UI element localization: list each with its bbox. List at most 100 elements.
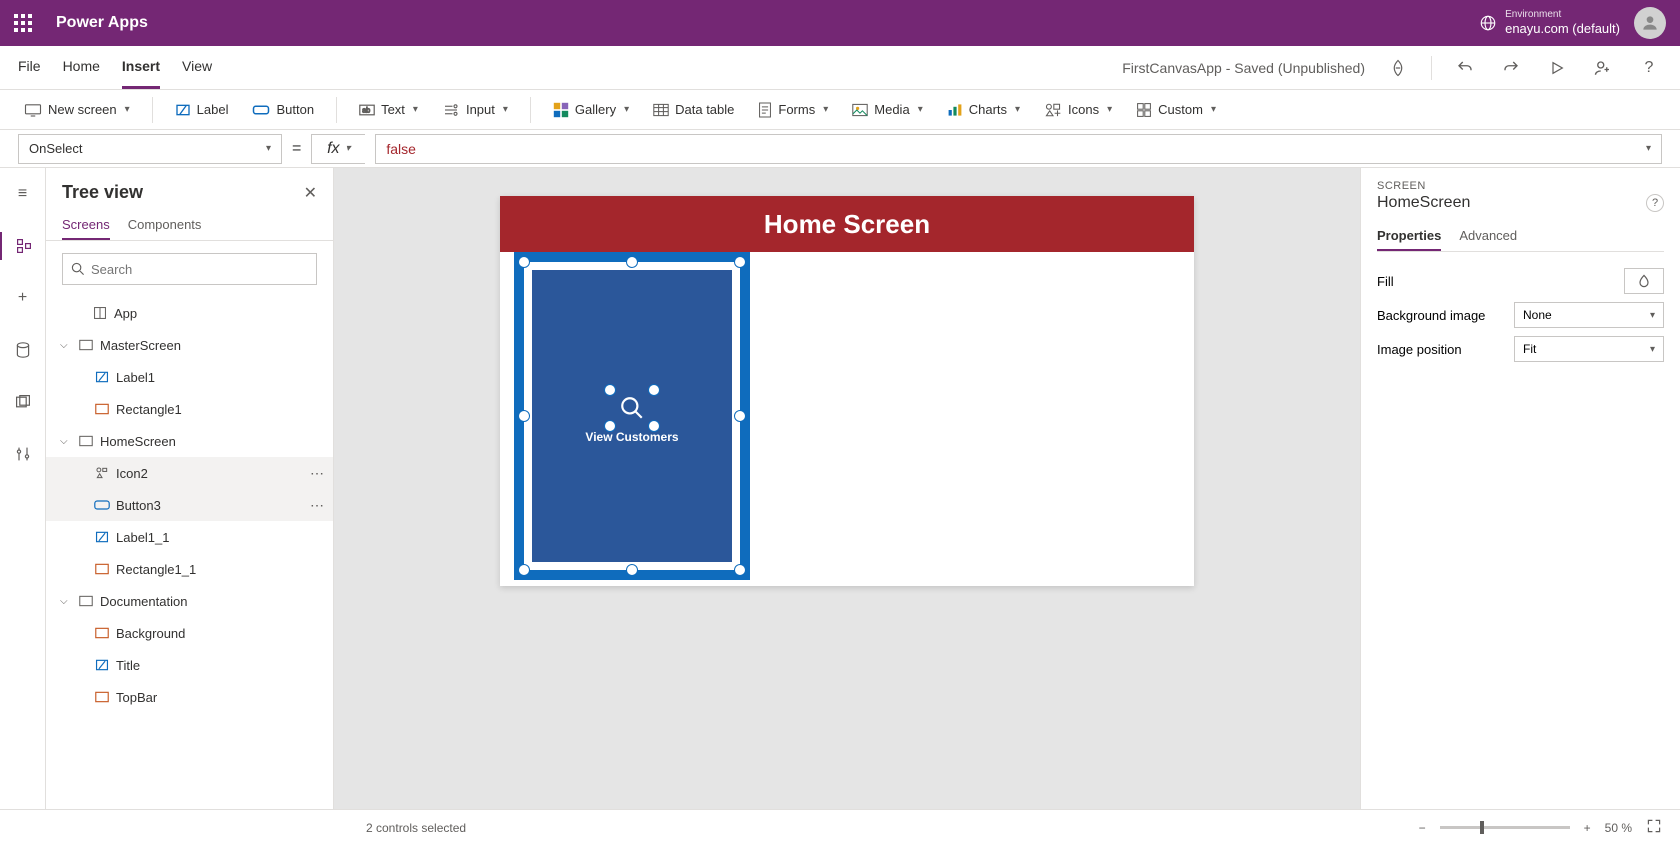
props-tab-properties[interactable]: Properties (1377, 222, 1441, 251)
insert-input-label: Input (466, 102, 495, 117)
share-button[interactable] (1590, 55, 1616, 81)
insert-charts-label: Charts (969, 102, 1007, 117)
tree-tab-components[interactable]: Components (128, 211, 202, 240)
insert-gallery-button[interactable]: Gallery▾ (547, 98, 635, 122)
globe-icon (1479, 14, 1497, 32)
zoom-in-button[interactable]: + (1584, 821, 1591, 835)
environment-picker[interactable]: Environment enayu.com (default) (1479, 9, 1620, 37)
button-icon (252, 103, 270, 117)
insert-text-button[interactable]: ab Text▾ (353, 98, 424, 121)
divider (1431, 56, 1432, 80)
text-icon: ab (359, 104, 375, 116)
props-help-icon[interactable]: ? (1646, 194, 1664, 212)
node-icon2[interactable]: Icon2⋯ (46, 457, 333, 489)
insert-datatable-button[interactable]: Data table (647, 98, 740, 121)
tree-search-input[interactable] (91, 262, 308, 277)
props-category: SCREEN (1377, 180, 1664, 192)
tree-title: Tree view (62, 182, 143, 203)
status-selection: 2 controls selected (366, 821, 466, 835)
insert-input-button[interactable]: Input▾ (436, 98, 514, 121)
rail-treeview[interactable] (0, 232, 45, 260)
insert-forms-label: Forms (778, 102, 815, 117)
insert-button-button[interactable]: Button (246, 98, 320, 121)
formula-input[interactable]: false ▾ (375, 134, 1662, 164)
insert-forms-button[interactable]: Forms▾ (752, 98, 834, 122)
node-title[interactable]: Title (46, 649, 333, 681)
node-topbar[interactable]: TopBar (46, 681, 333, 713)
prop-bgimage-value[interactable]: None▾ (1514, 302, 1664, 328)
node-button3[interactable]: Button3⋯ (46, 489, 333, 521)
user-avatar[interactable] (1634, 7, 1666, 39)
insert-custom-button[interactable]: Custom▾ (1130, 98, 1222, 122)
more-icon[interactable]: ⋯ (310, 465, 325, 482)
insert-label-button[interactable]: Label (169, 98, 235, 122)
node-background[interactable]: Background (46, 617, 333, 649)
search-icon (71, 262, 85, 276)
selected-button-card[interactable]: View Customers (514, 252, 750, 580)
properties-panel: SCREEN HomeScreen ? Properties Advanced … (1360, 168, 1680, 809)
insert-charts-button[interactable]: Charts▾ (941, 98, 1026, 121)
rail-advanced[interactable] (9, 440, 37, 468)
new-screen-button[interactable]: New screen▾ (18, 98, 136, 121)
menu-bar: File Home Insert View FirstCanvasApp - S… (0, 46, 1680, 90)
homescreen-preview[interactable]: Home Screen View Customers (500, 196, 1194, 586)
node-documentation[interactable]: ⌵Documentation (46, 585, 333, 617)
main-area: ≡ + Tree view ✕ Screens Components App ⌵… (0, 168, 1680, 809)
close-tree-icon[interactable]: ✕ (304, 183, 317, 203)
insert-button-text: Button (276, 102, 314, 117)
play-button[interactable] (1544, 55, 1570, 81)
prop-bgimage-label: Background image (1377, 308, 1485, 323)
color-picker-icon (1636, 273, 1652, 289)
tab-insert[interactable]: Insert (122, 46, 160, 89)
redo-button[interactable] (1498, 55, 1524, 81)
zoom-out-button[interactable]: − (1419, 821, 1426, 835)
app-launcher-icon[interactable] (14, 14, 32, 32)
app-checker-icon[interactable] (1385, 55, 1411, 81)
forms-icon (758, 102, 772, 118)
left-rail: ≡ + (0, 168, 46, 809)
tab-file[interactable]: File (18, 46, 41, 89)
fx-button[interactable]: fx▾ (311, 134, 365, 164)
media-icon (852, 103, 868, 117)
tree-panel: Tree view ✕ Screens Components App ⌵Mast… (46, 168, 334, 809)
node-rectangle1[interactable]: Rectangle1 (46, 393, 333, 425)
node-label1[interactable]: Label1 (46, 361, 333, 393)
property-dropdown[interactable]: OnSelect ▾ (18, 134, 282, 164)
environment-name: enayu.com (default) (1505, 21, 1620, 37)
gallery-icon (553, 102, 569, 118)
help-button[interactable]: ? (1636, 55, 1662, 81)
zoom-value: 50 % (1605, 821, 1632, 835)
rail-media[interactable] (9, 388, 37, 416)
document-title: FirstCanvasApp - Saved (Unpublished) (1122, 60, 1365, 76)
node-masterscreen[interactable]: ⌵MasterScreen (46, 329, 333, 361)
tree-tab-screens[interactable]: Screens (62, 211, 110, 240)
node-app[interactable]: App (46, 297, 333, 329)
insert-icons-button[interactable]: Icons▾ (1038, 98, 1118, 122)
icons-icon (1044, 102, 1062, 118)
tab-view[interactable]: View (182, 46, 212, 89)
prop-imgpos-value[interactable]: Fit▾ (1514, 336, 1664, 362)
new-screen-label: New screen (48, 102, 117, 117)
fit-to-window-button[interactable] (1646, 818, 1662, 837)
tree-search[interactable] (62, 253, 317, 285)
insert-text-label: Text (381, 102, 405, 117)
zoom-slider[interactable] (1440, 826, 1570, 829)
rail-data[interactable] (9, 336, 37, 364)
rail-insert[interactable]: + (9, 284, 37, 312)
screen-header: Home Screen (500, 196, 1194, 252)
canvas[interactable]: Home Screen View Customers (334, 168, 1360, 809)
node-rectangle1-1[interactable]: Rectangle1_1 (46, 553, 333, 585)
insert-custom-label: Custom (1158, 102, 1203, 117)
tab-home[interactable]: Home (63, 46, 100, 89)
undo-button[interactable] (1452, 55, 1478, 81)
node-homescreen[interactable]: ⌵HomeScreen (46, 425, 333, 457)
label-icon (175, 102, 191, 118)
node-label1-1[interactable]: Label1_1 (46, 521, 333, 553)
more-icon[interactable]: ⋯ (310, 497, 325, 514)
prop-fill-value[interactable] (1624, 268, 1664, 294)
svg-text:ab: ab (362, 105, 370, 114)
props-tab-advanced[interactable]: Advanced (1459, 222, 1517, 251)
insert-media-button[interactable]: Media▾ (846, 98, 928, 121)
environment-label: Environment (1505, 9, 1620, 21)
rail-hamburger[interactable]: ≡ (9, 180, 37, 208)
